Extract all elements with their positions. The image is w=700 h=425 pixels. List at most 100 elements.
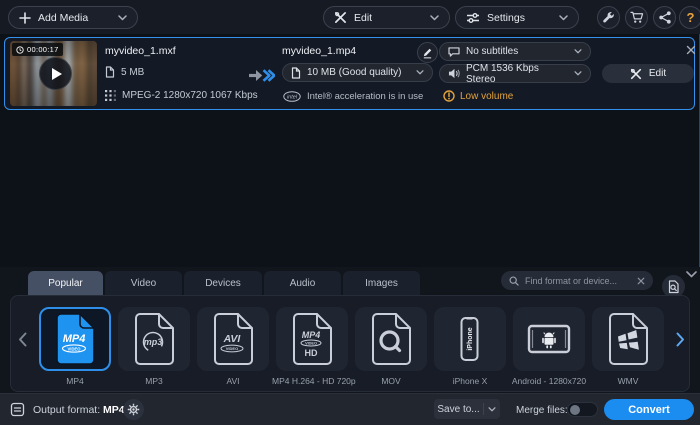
format-label-mov: MOV	[351, 376, 431, 386]
format-tile-avi[interactable]: AVI VIDEO	[197, 307, 269, 371]
chevron-down-icon	[416, 70, 424, 75]
warning-text: Low volume	[460, 91, 513, 102]
edit-menu-button[interactable]: Edit	[323, 6, 450, 29]
format-tile-wmv[interactable]	[592, 307, 664, 371]
chevron-down-icon	[574, 71, 582, 76]
edit-tools-icon	[334, 11, 347, 24]
format-tile-mp4-hd[interactable]: MP4 VIDEO HD	[276, 307, 348, 371]
audio-dropdown[interactable]: PCM 1536 Kbps Stereo	[439, 64, 591, 83]
file-icon	[105, 66, 115, 78]
format-label-mp4-hd: MP4 H.264 - HD 720p	[272, 376, 352, 386]
format-tile-mp3[interactable]: mp3	[118, 307, 190, 371]
svg-text:intel: intel	[287, 95, 298, 101]
duration-badge: 00:00:17	[12, 43, 63, 56]
chevron-down-icon	[574, 49, 582, 54]
video-converter-window: Add Media Edit Settings	[0, 0, 700, 425]
help-button[interactable]: ?	[679, 6, 700, 29]
audio-value: PCM 1536 Kbps Stereo	[466, 63, 562, 85]
iphone-icon: iPhone	[448, 312, 492, 366]
scroll-right-button[interactable]	[671, 324, 689, 354]
clock-icon	[16, 46, 24, 54]
acceleration-text: Intel® acceleration is in use	[307, 91, 423, 102]
share-button[interactable]	[653, 6, 676, 29]
avi-file-icon: AVI VIDEO	[211, 312, 255, 366]
low-volume-warning: Low volume	[443, 90, 513, 102]
source-codec: MPEG-2 1280x720 1067 Kbps	[122, 90, 258, 101]
format-label-mp4: MP4	[35, 376, 115, 386]
tab-images[interactable]: Images	[343, 271, 420, 295]
format-tile-mp4[interactable]: MP4 VIDEO	[39, 307, 111, 371]
format-label-mp3: MP3	[114, 376, 194, 386]
svg-text:VIDEO: VIDEO	[305, 342, 317, 346]
file-row[interactable]: 00:00:17 myvideo_1.mxf 5 MB MPEG-2 1280x…	[4, 37, 695, 110]
format-label-android: Android - 1280x720	[509, 376, 589, 386]
output-settings-button[interactable]	[123, 399, 144, 420]
settings-menu-label: Settings	[487, 12, 525, 24]
clear-search-icon[interactable]	[637, 277, 645, 285]
format-section: Popular Video Devices Audio Images	[0, 267, 700, 393]
merge-files-toggle[interactable]	[567, 402, 598, 417]
duration-text: 00:00:17	[27, 45, 59, 54]
convert-button[interactable]: Convert	[604, 399, 694, 420]
format-label-avi: AVI	[193, 376, 273, 386]
play-button[interactable]	[39, 57, 72, 90]
mp4-file-icon: MP4 VIDEO	[53, 312, 97, 366]
format-carousel: MP4 VIDEO MP4 mp3 MP3	[10, 295, 690, 392]
edit-file-label: Edit	[649, 68, 666, 79]
output-format-value: MP4	[103, 404, 125, 416]
svg-text:AVI: AVI	[223, 333, 242, 345]
merge-files-label: Merge files:	[516, 405, 568, 416]
format-tile-iphone-x[interactable]: iPhone	[434, 307, 506, 371]
format-tile-android[interactable]	[513, 307, 585, 371]
settings-menu-button[interactable]: Settings	[455, 6, 579, 29]
tab-audio[interactable]: Audio	[264, 271, 341, 295]
format-label-wmv: WMV	[588, 376, 668, 386]
subtitles-dropdown[interactable]: No subtitles	[439, 42, 591, 61]
edit-file-button[interactable]: Edit	[602, 64, 694, 83]
chevron-down-icon	[559, 15, 568, 21]
source-filename: myvideo_1.mxf	[105, 45, 176, 57]
edit-menu-label: Edit	[354, 12, 372, 24]
pencil-icon	[422, 47, 433, 59]
speaker-icon	[448, 68, 460, 79]
output-format-text: Output format: MP4	[33, 404, 125, 416]
cart-button[interactable]	[625, 6, 648, 29]
rename-button[interactable]	[417, 42, 438, 63]
cart-icon	[630, 11, 644, 24]
top-toolbar: Add Media Edit Settings	[0, 0, 700, 34]
intel-logo-icon: intel	[283, 91, 301, 102]
search-input[interactable]	[525, 276, 631, 286]
scroll-left-button[interactable]	[13, 324, 31, 354]
chevron-down-icon	[484, 407, 500, 412]
format-tile-mov[interactable]	[355, 307, 427, 371]
svg-text:mp3: mp3	[144, 337, 163, 347]
android-tablet-icon	[525, 312, 573, 366]
gear-icon	[127, 403, 140, 416]
save-to-dropdown[interactable]: Save to...	[434, 399, 500, 419]
add-media-button[interactable]: Add Media	[8, 6, 138, 29]
svg-text:VIDEO: VIDEO	[67, 346, 81, 351]
format-search	[501, 271, 653, 290]
remove-file-button[interactable]	[684, 43, 698, 57]
mp3-file-icon: mp3	[132, 312, 176, 366]
play-icon	[52, 68, 62, 80]
quality-dropdown[interactable]: 10 MB (Good quality)	[282, 63, 433, 82]
video-thumbnail: 00:00:17	[10, 41, 97, 106]
wrench-icon	[602, 11, 615, 24]
source-codec-line: MPEG-2 1280x720 1067 Kbps	[105, 90, 258, 101]
collapse-panel-button[interactable]	[684, 268, 698, 280]
tab-popular[interactable]: Popular	[28, 271, 103, 295]
target-filename: myvideo_1.mp4	[282, 45, 356, 57]
tab-video[interactable]: Video	[105, 271, 182, 295]
share-icon	[659, 11, 671, 24]
tools-button[interactable]	[597, 6, 620, 29]
chevron-down-icon	[118, 15, 127, 21]
warning-icon	[443, 90, 455, 102]
tab-devices[interactable]: Devices	[184, 271, 262, 295]
speech-bubble-icon	[448, 47, 460, 57]
mp4-hd-file-icon: MP4 VIDEO HD	[290, 312, 334, 366]
format-label-iphone-x: iPhone X	[430, 376, 510, 386]
chevron-down-icon	[430, 15, 439, 21]
source-size-line: 5 MB	[105, 66, 144, 78]
help-icon: ?	[687, 10, 695, 25]
